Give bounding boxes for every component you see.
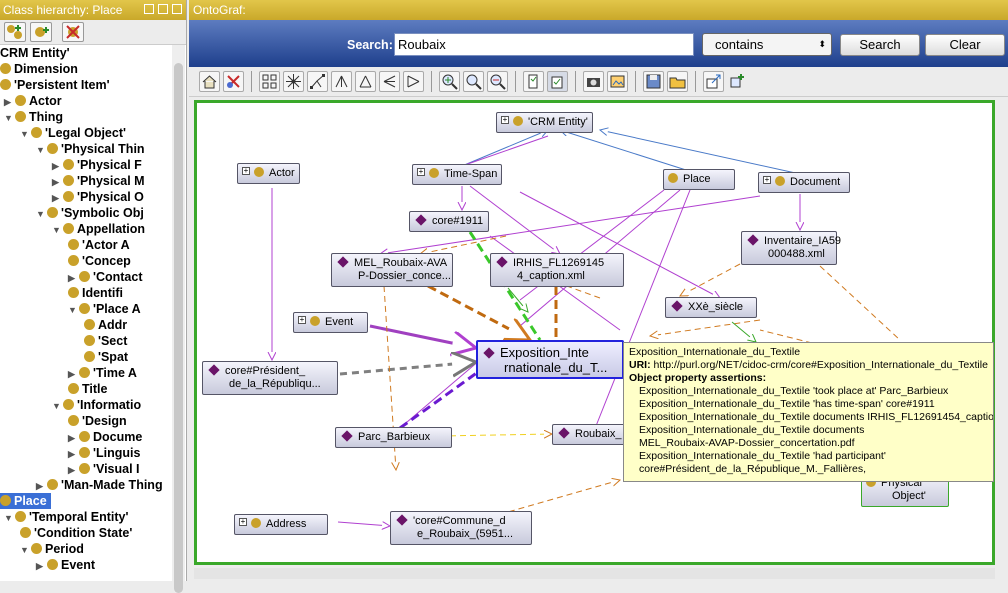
- graph-node-core1911[interactable]: core#1911: [409, 211, 489, 232]
- tooltip-name: Exposition_Internationale_du_Textile: [629, 346, 801, 358]
- graph-node-label: Document: [790, 176, 841, 188]
- expand-icon[interactable]: +: [501, 116, 509, 124]
- tooltip-assertion: core#Président_de_la_République_M._Falli…: [639, 463, 867, 475]
- graph-node-label-line2: 000488.xml: [768, 248, 825, 260]
- tooltip-assertion: Exposition_Internationale_du_Textile 'ha…: [639, 450, 886, 462]
- edge-address-commune: [337, 522, 390, 526]
- edge-expo-mel: [427, 284, 530, 340]
- individual-icon: [396, 514, 408, 526]
- graph-node-label: Parc_Barbieux: [358, 431, 431, 443]
- class-icon: [429, 168, 439, 178]
- graph-node-label: Time-Span: [444, 168, 498, 180]
- individual-icon: [337, 256, 349, 268]
- graph-edges: [0, 0, 901, 581]
- tooltip-assertion: Exposition_Internationale_du_Textile doc…: [639, 411, 994, 423]
- class-icon: [310, 316, 320, 326]
- graph-node-parc-barbieux[interactable]: Parc_Barbieux: [335, 427, 452, 448]
- graph-node-label: Address: [266, 518, 307, 530]
- edge-core1911-mel: [420, 235, 507, 254]
- graph-node-actor[interactable]: + Actor: [237, 163, 300, 184]
- individual-icon: [341, 430, 353, 442]
- graph-node-label-line2: P-Dossier_conce...: [358, 270, 451, 282]
- graph-node-label: core#Président_: [225, 365, 306, 377]
- individual-icon: [747, 234, 759, 246]
- edge-timespan-crm: [461, 130, 548, 167]
- graph-node-label: Inventaire_IA59: [764, 235, 842, 247]
- graph-node-mel[interactable]: MEL_Roubaix-AVA P-Dossier_conce...: [331, 253, 453, 287]
- edge-expo-president: [339, 362, 476, 374]
- class-icon: [251, 518, 261, 528]
- tooltip-uri-label: URI:: [629, 359, 651, 371]
- graph-node-commune[interactable]: 'core#Commune_d e_Roubaix_(5951...: [390, 511, 532, 545]
- graph-node-label: Roubaix_: [575, 428, 622, 440]
- graph-node-place[interactable]: Place: [663, 169, 735, 190]
- individual-icon: [415, 214, 427, 226]
- edge-parc-roubaix: [439, 434, 552, 436]
- tooltip-assertion: Exposition_Internationale_du_Textile 'ha…: [639, 398, 935, 410]
- graph-node-inventaire[interactable]: Inventaire_IA59 000488.xml: [741, 231, 841, 265]
- individual-icon: [208, 364, 220, 376]
- tooltip-assertion: Exposition_Internationale_du_Textile 'to…: [639, 385, 949, 397]
- graph-node-label: Actor: [269, 167, 295, 179]
- individual-icon: [558, 427, 570, 439]
- graph-node-label: XXè_siècle: [688, 301, 744, 313]
- graph-node-label: 'CRM Entity': [528, 116, 588, 128]
- tooltip-assertion: MEL_Roubaix-AVAP-Dossier_concertation.pd…: [639, 437, 855, 449]
- graph-node-label-line2: e_Roubaix_(5951...: [417, 528, 514, 540]
- edge-expo-parc: [399, 370, 479, 430]
- graph-node-president[interactable]: core#Président_ de_la_Républiqu...: [202, 361, 338, 395]
- tooltip-assertions-title: Object property assertions:: [629, 372, 767, 384]
- tooltip-uri: http://purl.org/NET/cidoc-crm/core#Expos…: [653, 359, 988, 371]
- class-icon: [668, 173, 678, 183]
- edge-place-crm: [560, 130, 687, 171]
- class-icon: [513, 116, 523, 126]
- graph-node-label: MEL_Roubaix-AVA: [354, 257, 448, 269]
- graph-node-label: Place: [683, 173, 711, 185]
- class-icon: [775, 176, 785, 186]
- individual-icon: [671, 300, 683, 312]
- expand-icon[interactable]: +: [242, 167, 250, 175]
- individual-icon: [483, 347, 495, 359]
- graph-node-roubaix[interactable]: Roubaix_: [552, 424, 632, 445]
- edge-xxe-expo: [650, 319, 761, 336]
- graph-node-label: Event: [325, 316, 354, 328]
- edge-inventaire-xxe: [680, 263, 741, 296]
- node-tooltip: Exposition_Internationale_du_Textile URI…: [623, 342, 994, 482]
- edge-xxe-tip: [731, 321, 756, 342]
- graph-node-event[interactable]: + Event: [293, 312, 368, 333]
- graph-node-label: IRHIS_FL1269145: [513, 257, 605, 269]
- graph-node-label-line2: de_la_Républiqu...: [229, 378, 321, 390]
- graph-node-label: core#1911: [432, 215, 484, 227]
- expand-icon[interactable]: +: [417, 168, 425, 176]
- graph-node-label-line2: Object': [892, 490, 926, 502]
- graph-node-label-line2: rnationale_du_T...: [504, 360, 608, 375]
- tooltip-uri-row: URI: http://purl.org/NET/cidoc-crm/core#…: [629, 359, 988, 372]
- expand-icon[interactable]: +: [298, 316, 306, 324]
- graph-node-exposition[interactable]: Exposition_Inte rnationale_du_T...: [476, 340, 624, 379]
- graph-node-address[interactable]: + Address: [234, 514, 328, 535]
- graph-node-crm-entity[interactable]: + 'CRM Entity': [496, 112, 593, 133]
- graph-node-label: 'core#Commune_d: [413, 515, 506, 527]
- graph-node-xxe-siecle[interactable]: XXè_siècle: [665, 297, 757, 318]
- graph-node-label-line2: 4_caption.xml: [517, 270, 585, 282]
- expand-icon[interactable]: +: [763, 176, 771, 184]
- class-icon: [254, 167, 264, 177]
- tooltip-assertions: Exposition_Internationale_du_Textile 'to…: [629, 385, 994, 476]
- graph-node-irhis[interactable]: IRHIS_FL1269145 4_caption.xml: [490, 253, 624, 287]
- edge-inventaire-physobj: [819, 265, 901, 341]
- graph-node-label: Exposition_Inte: [500, 345, 589, 360]
- tooltip-assertion: Exposition_Internationale_du_Textile doc…: [639, 424, 865, 436]
- edge-crm-timespan: [461, 135, 549, 167]
- individual-icon: [496, 256, 508, 268]
- graph-node-document[interactable]: + Document: [758, 172, 850, 193]
- graph-node-time-span[interactable]: + Time-Span: [412, 164, 503, 185]
- expand-icon[interactable]: +: [239, 518, 247, 526]
- edge-event-expo: [369, 324, 476, 348]
